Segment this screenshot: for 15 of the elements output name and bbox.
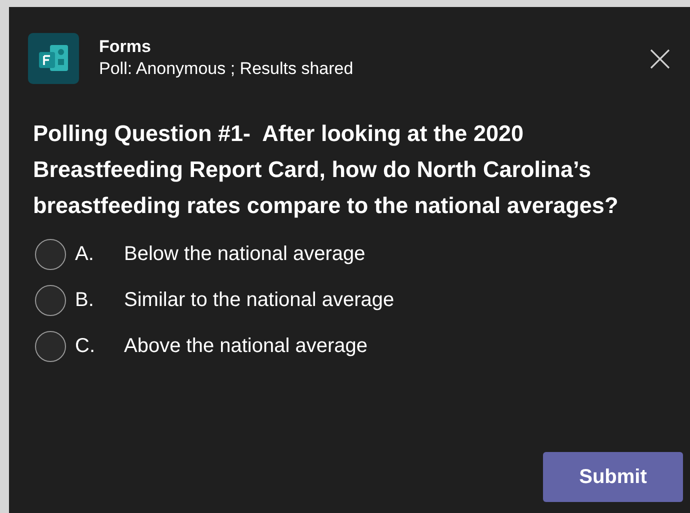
option-label: Above the national average xyxy=(124,334,368,359)
forms-app-icon xyxy=(28,33,79,84)
question-text: Polling Question #1- After looking at the 2020 Breastfeeding Report Card, how do North Carolina’s breastfeeding rates compare to the national averages? xyxy=(33,120,620,220)
radio-button[interactable] xyxy=(35,238,66,270)
option-letter: C. xyxy=(75,334,96,359)
option-letter: A. xyxy=(75,242,95,267)
option-label: Below the national average xyxy=(124,242,366,267)
option-label: Similar to the national average xyxy=(124,288,394,313)
poll-subtitle: Poll: Anonymous ; Results shared xyxy=(99,58,354,80)
option-letter: B. xyxy=(75,288,95,313)
app-title: Forms xyxy=(99,36,152,58)
submit-button[interactable]: Submit xyxy=(543,452,683,502)
close-button[interactable] xyxy=(648,47,672,71)
radio-button[interactable] xyxy=(35,330,66,362)
radio-button[interactable] xyxy=(35,284,66,316)
